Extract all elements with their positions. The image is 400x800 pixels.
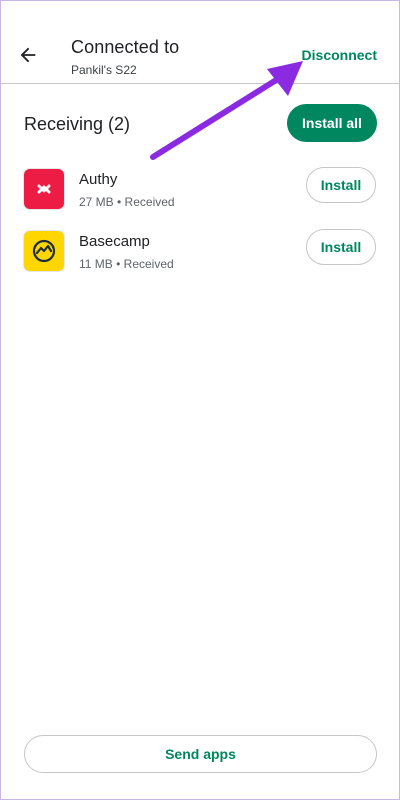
app-header: Connected to Pankil's S22 Disconnect: [1, 1, 399, 84]
basecamp-icon: [24, 231, 64, 271]
back-button[interactable]: [14, 41, 42, 69]
disconnect-button[interactable]: Disconnect: [302, 47, 377, 63]
install-button-basecamp[interactable]: Install: [306, 229, 376, 265]
device-name: Pankil's S22: [71, 63, 137, 77]
app-meta: 11 MB • Received: [79, 257, 174, 271]
send-apps-button[interactable]: Send apps: [24, 735, 377, 773]
install-all-button[interactable]: Install all: [287, 104, 377, 142]
app-name: Basecamp: [79, 233, 150, 250]
arrow-left-icon: [20, 47, 36, 63]
list-item: Basecamp 11 MB • Received Install: [1, 229, 399, 291]
receiving-title: Receiving (2): [24, 114, 131, 134]
install-button-authy[interactable]: Install: [306, 167, 376, 203]
list-item: Authy 27 MB • Received Install: [1, 167, 399, 229]
app-meta: 27 MB • Received: [79, 195, 175, 209]
authy-icon: [24, 169, 64, 209]
app-name: Authy: [79, 171, 118, 188]
page-title: Connected to: [71, 37, 180, 57]
